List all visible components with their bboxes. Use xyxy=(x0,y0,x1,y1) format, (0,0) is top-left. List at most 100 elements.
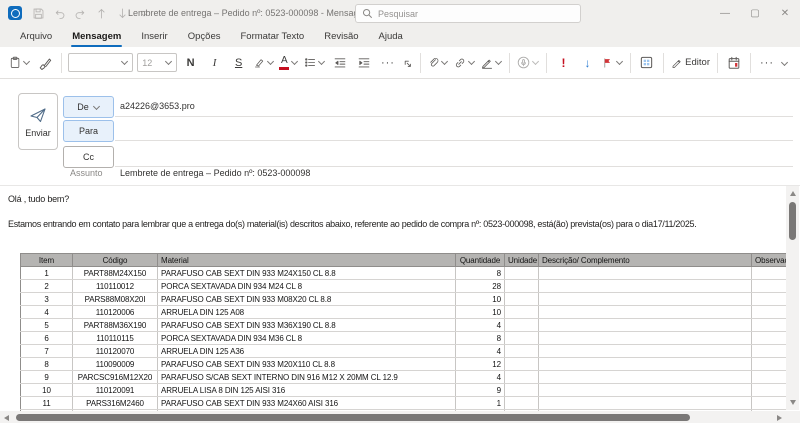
table-cell[interactable] xyxy=(539,319,752,332)
table-cell[interactable] xyxy=(752,293,787,306)
table-cell[interactable]: 1 xyxy=(456,397,505,410)
attach-file-button[interactable] xyxy=(426,51,450,75)
table-cell[interactable] xyxy=(505,345,539,358)
table-cell[interactable]: PARAFUSO CAB SEXT DIN 933 M24X60 AISI 31… xyxy=(158,397,456,410)
high-importance-button[interactable]: ! xyxy=(552,51,574,75)
font-color-button[interactable]: A xyxy=(278,51,300,75)
insights-button[interactable] xyxy=(723,51,745,75)
tab-inserir[interactable]: Inserir xyxy=(131,26,177,47)
more-formatting-button[interactable]: ··· xyxy=(377,51,399,75)
tab-arquivo[interactable]: Arquivo xyxy=(10,26,62,47)
table-cell[interactable] xyxy=(539,384,752,397)
minimize-button[interactable]: — xyxy=(710,0,740,26)
table-cell[interactable] xyxy=(752,358,787,371)
table-cell[interactable] xyxy=(505,397,539,410)
body-greeting[interactable]: Olá , tudo bem? xyxy=(8,194,69,204)
table-cell[interactable] xyxy=(752,280,787,293)
vertical-scrollbar[interactable] xyxy=(786,186,799,410)
to-button[interactable]: Para xyxy=(63,120,114,142)
table-cell[interactable]: PORCA SEXTAVADA DIN 934 M24 CL 8 xyxy=(158,280,456,293)
decrease-indent-button[interactable] xyxy=(329,51,351,75)
close-button[interactable]: ✕ xyxy=(770,0,800,26)
bullets-button[interactable] xyxy=(302,51,327,75)
table-cell[interactable]: PARAFUSO CAB SEXT DIN 933 M36X190 CL 8.8 xyxy=(158,319,456,332)
table-cell[interactable]: PARCSC916M12X20 xyxy=(73,371,158,384)
paste-button[interactable] xyxy=(7,51,32,75)
table-cell[interactable]: 2 xyxy=(21,280,73,293)
redo-icon[interactable] xyxy=(70,3,91,23)
tab-revisão[interactable]: Revisão xyxy=(314,26,368,47)
table-cell[interactable]: 9 xyxy=(456,384,505,397)
table-cell[interactable]: 110120091 xyxy=(73,384,158,397)
send-button[interactable]: Enviar xyxy=(18,93,58,150)
table-cell[interactable] xyxy=(505,293,539,306)
tab-opções[interactable]: Opções xyxy=(178,26,231,47)
table-cell[interactable] xyxy=(505,267,539,280)
table-cell[interactable]: 5 xyxy=(21,319,73,332)
more-commands-button[interactable]: ··· xyxy=(756,51,778,75)
from-field[interactable]: a24226@3653.pro xyxy=(120,101,195,111)
table-cell[interactable] xyxy=(505,319,539,332)
table-cell[interactable]: 12 xyxy=(456,358,505,371)
table-cell[interactable]: 7 xyxy=(21,345,73,358)
table-cell[interactable]: PART88M24X150 xyxy=(73,267,158,280)
table-cell[interactable]: 8 xyxy=(456,267,505,280)
table-cell[interactable] xyxy=(505,358,539,371)
scroll-up-icon[interactable] xyxy=(790,191,796,196)
materials-table-container[interactable]: ItemCódigoMaterialQuantidadeUnidadeDescr… xyxy=(20,253,786,412)
table-cell[interactable]: PARAFUSO CAB SEXT DIN 933 M24X150 CL 8.8 xyxy=(158,267,456,280)
table-cell[interactable]: 110090009 xyxy=(73,358,158,371)
table-cell[interactable]: 110120070 xyxy=(73,345,158,358)
font-name-combobox[interactable] xyxy=(68,53,133,72)
move-up-icon[interactable] xyxy=(91,3,112,23)
low-importance-button[interactable]: ↓ xyxy=(576,51,598,75)
table-cell[interactable]: 110110115 xyxy=(73,332,158,345)
table-cell[interactable] xyxy=(752,345,787,358)
table-cell[interactable] xyxy=(752,384,787,397)
table-cell[interactable]: 110120006 xyxy=(73,306,158,319)
table-cell[interactable] xyxy=(752,319,787,332)
table-cell[interactable]: 110110012 xyxy=(73,280,158,293)
table-cell[interactable] xyxy=(539,267,752,280)
table-cell[interactable] xyxy=(752,267,787,280)
table-cell[interactable]: PARAFUSO CAB SEXT DIN 933 M08X20 CL 8.8 xyxy=(158,293,456,306)
table-cell[interactable]: PORCA SEXTAVADA DIN 934 M36 CL 8 xyxy=(158,332,456,345)
table-cell[interactable] xyxy=(505,306,539,319)
table-cell[interactable] xyxy=(539,306,752,319)
table-cell[interactable] xyxy=(505,384,539,397)
tab-formatar-texto[interactable]: Formatar Texto xyxy=(230,26,314,47)
dialog-launcher-icon[interactable] xyxy=(401,52,415,76)
table-cell[interactable] xyxy=(539,293,752,306)
table-cell[interactable]: 4 xyxy=(456,345,505,358)
cc-button[interactable]: Cc xyxy=(63,146,114,168)
table-cell[interactable]: PARS88M08X20I xyxy=(73,293,158,306)
table-cell[interactable]: PART88M36X190 xyxy=(73,319,158,332)
table-cell[interactable]: PARAFUSO S/CAB SEXT INTERNO DIN 916 M12 … xyxy=(158,371,456,384)
table-cell[interactable]: 11 xyxy=(21,397,73,410)
table-cell[interactable] xyxy=(752,332,787,345)
dictate-button[interactable] xyxy=(515,51,541,75)
table-cell[interactable]: 6 xyxy=(21,332,73,345)
table-cell[interactable]: ARRUELA DIN 125 A36 xyxy=(158,345,456,358)
table-cell[interactable]: 9 xyxy=(21,371,73,384)
from-button[interactable]: De xyxy=(63,96,114,118)
editor-button[interactable]: Editor xyxy=(669,51,712,75)
table-cell[interactable] xyxy=(752,306,787,319)
tab-ajuda[interactable]: Ajuda xyxy=(369,26,413,47)
table-cell[interactable]: 10 xyxy=(21,384,73,397)
table-cell[interactable] xyxy=(539,371,752,384)
table-cell[interactable]: 8 xyxy=(21,358,73,371)
table-cell[interactable] xyxy=(752,371,787,384)
format-painter-button[interactable] xyxy=(34,51,56,75)
table-cell[interactable]: 10 xyxy=(456,306,505,319)
body-paragraph[interactable]: Estamos entrando em contato para lembrar… xyxy=(8,219,696,229)
undo-icon[interactable] xyxy=(49,3,70,23)
increase-indent-button[interactable] xyxy=(353,51,375,75)
subject-field[interactable]: Lembrete de entrega – Pedido nº: 0523-00… xyxy=(120,168,310,178)
table-cell[interactable] xyxy=(539,280,752,293)
link-button[interactable] xyxy=(452,51,477,75)
table-cell[interactable]: 28 xyxy=(456,280,505,293)
table-cell[interactable]: 3 xyxy=(21,293,73,306)
italic-button[interactable]: I xyxy=(204,51,226,75)
table-cell[interactable] xyxy=(539,358,752,371)
